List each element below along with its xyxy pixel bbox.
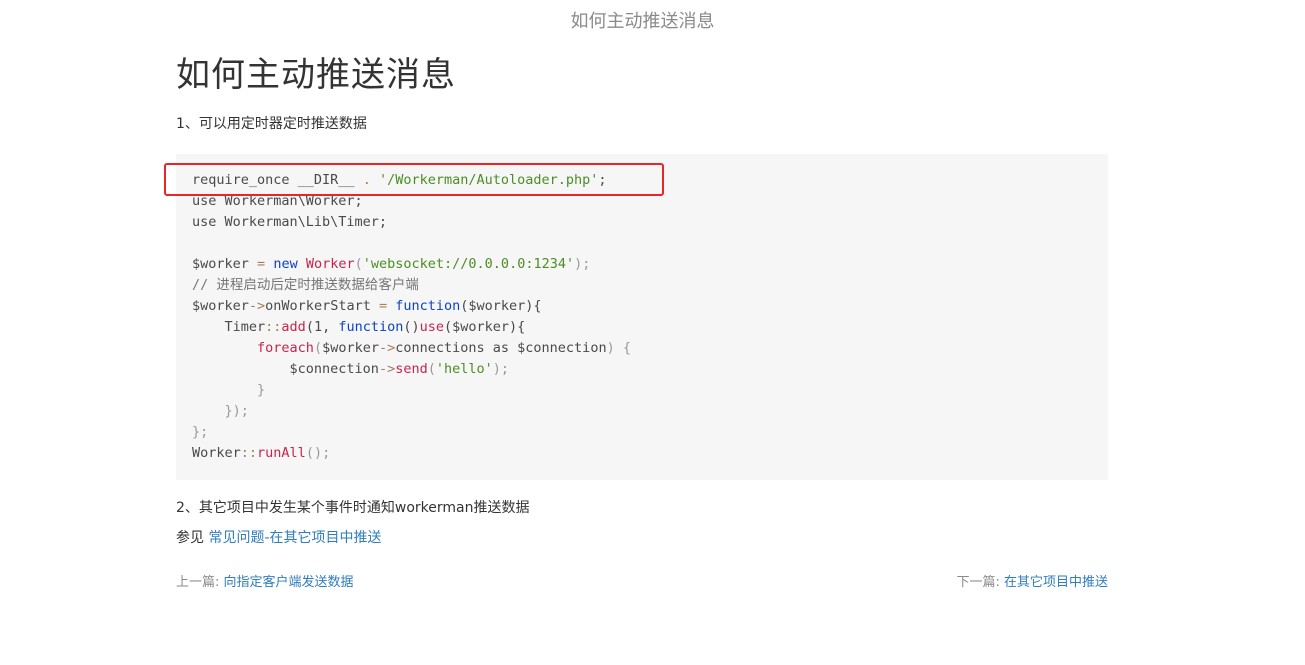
code-line-12: }); bbox=[192, 403, 249, 419]
code-block: require_once __DIR__ . '/Workerman/Autol… bbox=[164, 154, 1108, 480]
code-line-9: foreach($worker->connections as $connect… bbox=[257, 340, 631, 356]
code-line-10: $connection->send('hello'); bbox=[192, 361, 510, 377]
prev-label: 上一篇: bbox=[176, 575, 224, 590]
code-line-14: Worker::runAll(); bbox=[192, 445, 331, 461]
paragraph-other-project-push: 2、其它项目中发生某个事件时通知workerman推送数据 bbox=[176, 500, 530, 516]
code-line-7: $worker->onWorkerStart = function($worke… bbox=[192, 298, 542, 314]
see-also-prefix: 参见 bbox=[176, 530, 209, 546]
code-line-11: } bbox=[192, 382, 266, 398]
next-label: 下一篇: bbox=[956, 575, 1004, 590]
code-line-5: $worker = new Worker('websocket://0.0.0.… bbox=[192, 256, 591, 272]
article-title: 如何主动推送消息 bbox=[176, 55, 456, 95]
see-also: 参见 常见问题-在其它项目中推送 bbox=[176, 528, 382, 548]
next-article-nav: 下一篇: 在其它项目中推送 bbox=[956, 573, 1108, 593]
code-line-8: Timer::add(1, function()use($worker){ bbox=[192, 319, 526, 335]
page-header-title: 如何主动推送消息 bbox=[570, 11, 715, 32]
prev-article-nav: 上一篇: 向指定客户端发送数据 bbox=[176, 573, 354, 593]
next-article-link[interactable]: 在其它项目中推送 bbox=[1004, 575, 1108, 590]
code-line-3: use Workerman\Lib\Timer; bbox=[192, 214, 388, 230]
paragraph-timer-push: 1、可以用定时器定时推送数据 bbox=[176, 116, 367, 132]
prev-article-link[interactable]: 向指定客户端发送数据 bbox=[224, 575, 354, 590]
faq-push-from-other-project-link[interactable]: 常见问题-在其它项目中推送 bbox=[208, 530, 381, 546]
code-line-6-comment: // 进程启动后定时推送数据给客户端 bbox=[192, 277, 419, 293]
code-line-13: }; bbox=[192, 424, 209, 440]
highlight-annotation-box bbox=[164, 163, 664, 196]
article: 如何主动推送消息 1、可以用定时器定时推送数据 require_once __D… bbox=[164, 50, 1108, 590]
